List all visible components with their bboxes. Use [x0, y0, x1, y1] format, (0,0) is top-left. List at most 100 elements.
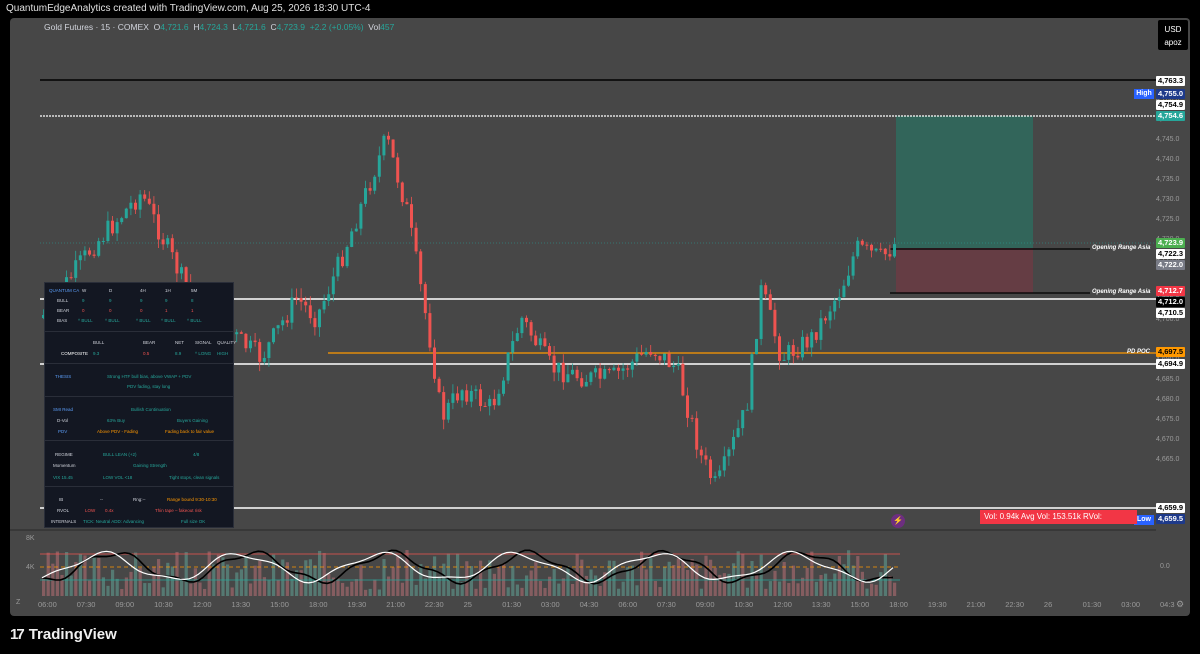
candle-body [249, 340, 252, 349]
candle-body [506, 352, 510, 381]
indicator-8k-label: 8K [26, 535, 35, 542]
indicator-bar [106, 585, 110, 596]
candle-body [722, 456, 726, 471]
indicator-bar [681, 560, 685, 596]
vol-label: Vol [368, 22, 381, 32]
candle-body [124, 208, 128, 219]
candle-body [318, 309, 321, 328]
candle-body [764, 285, 768, 295]
candle-body [561, 362, 565, 383]
candle-body [552, 355, 556, 373]
opening-range-asia-label-2: Opening Range Asia [1092, 289, 1151, 295]
indicator-bar [396, 556, 400, 596]
candle-body [847, 275, 850, 286]
panel-bias-label: BIAS [57, 318, 68, 323]
indicator-bar [860, 571, 864, 596]
indicator-bar [571, 583, 575, 596]
candle-body [653, 354, 657, 357]
panel-composite-label: COMPOSITE [61, 351, 89, 356]
price-badge-b4712_7: 4,712.7 [1156, 286, 1186, 296]
indicator-bar [318, 550, 322, 596]
candle-body [143, 194, 147, 199]
indicator-4k-label: 4K [26, 564, 35, 571]
currency-selector[interactable]: USD apoz [1158, 20, 1188, 50]
indicator-bar [488, 560, 492, 596]
symbol-name[interactable]: Gold Futures · 15 · COMEX [44, 22, 149, 32]
price-badge-b4659_5: 4,659.5 [1156, 514, 1186, 524]
indicator-bar [322, 553, 326, 596]
candle-body [120, 218, 124, 223]
candle-body [134, 202, 137, 210]
panel-comp-header: NET [175, 340, 184, 345]
indicator-bar [520, 587, 524, 596]
candle-body [580, 378, 584, 387]
time-tick: 15:00 [270, 600, 289, 609]
lightning-icon[interactable]: ⚡ [891, 514, 905, 528]
candle-body [304, 301, 308, 306]
candle-body [295, 297, 298, 299]
candle-body [676, 363, 680, 366]
panel-bear: 0 [109, 308, 112, 313]
time-tick: 18:00 [308, 600, 328, 609]
time-tick: 09:00 [115, 600, 135, 609]
price-badge-b4722_0: 4,722.0 [1156, 260, 1186, 270]
take-profit-zone[interactable] [896, 116, 1033, 248]
indicator-bar [230, 587, 234, 596]
candle-body [166, 238, 170, 245]
time-tick: 22:30 [1005, 600, 1025, 609]
indicator-bar [166, 562, 170, 596]
candle-body [276, 325, 280, 329]
panel-comp-header: SIGNAL [195, 340, 212, 345]
candle-body [364, 188, 367, 204]
tradingview-logo[interactable]: 17 TradingView [10, 626, 117, 643]
candle-body [345, 246, 349, 267]
candle-body [290, 297, 294, 323]
candle-body [446, 402, 450, 420]
panel-momentum: Gaining Strength [133, 463, 167, 468]
panel-ib: -- [100, 497, 103, 502]
time-tick: 09:00 [695, 600, 715, 609]
indicator-bar [129, 571, 133, 596]
candle-body [437, 378, 441, 393]
candle-body [736, 428, 740, 437]
indicator-bar [787, 583, 791, 596]
panel-dvol-label: D-Vol [57, 418, 69, 423]
candle-body [423, 284, 427, 314]
price-tick: 4,735.0 [1156, 176, 1180, 183]
candle-body [874, 248, 878, 251]
candle-body [313, 318, 317, 328]
chart-frame[interactable]: Gold Futures · 15 · COMEX O4,721.6 H4,72… [10, 18, 1190, 616]
gear-icon[interactable]: ⚙ [1176, 599, 1184, 610]
price-tick: 4,745.0 [1156, 136, 1180, 143]
indicator-bar [198, 582, 202, 596]
indicator-bar [120, 589, 124, 596]
indicator-bar [216, 554, 220, 596]
candle-body [354, 228, 358, 232]
time-axis[interactable]: 06:00 07:30 09:00 10:30 12:00 13:30 15:00 18:00… [10, 598, 1190, 614]
panel-bias: ^ BULL [78, 318, 93, 323]
indicator-bar [111, 569, 115, 596]
candle-body [511, 341, 515, 353]
indicator-bar [400, 582, 404, 596]
indicator-bar [327, 573, 331, 596]
candle-body [138, 194, 142, 210]
indicator-bar [653, 580, 657, 596]
indicator-bar [635, 585, 639, 596]
stop-loss-zone[interactable] [896, 248, 1033, 293]
candle-body [387, 135, 390, 140]
panel-internals: TICK: Neutral ADD: Advancing [83, 519, 145, 524]
indicator-bar [538, 580, 542, 596]
panel-bull: 9 [165, 298, 168, 303]
panel-pdv-label: PDV [58, 429, 68, 434]
price-badge-b4754_9: 4,754.9 [1156, 100, 1186, 110]
panel-divider [45, 486, 233, 487]
candle-body [474, 389, 478, 391]
symbol-info[interactable]: Gold Futures · 15 · COMEX O4,721.6 H4,72… [44, 22, 394, 32]
candle-body [184, 267, 188, 283]
price-scale[interactable]: 4,765.04,760.04,750.04,745.04,740.04,735… [1156, 58, 1190, 538]
candle-body [778, 336, 781, 361]
time-tick: 12:00 [773, 600, 792, 609]
panel-bull: 9 [140, 298, 143, 303]
indicator-bar [414, 584, 418, 596]
indicator-bar [373, 579, 377, 596]
